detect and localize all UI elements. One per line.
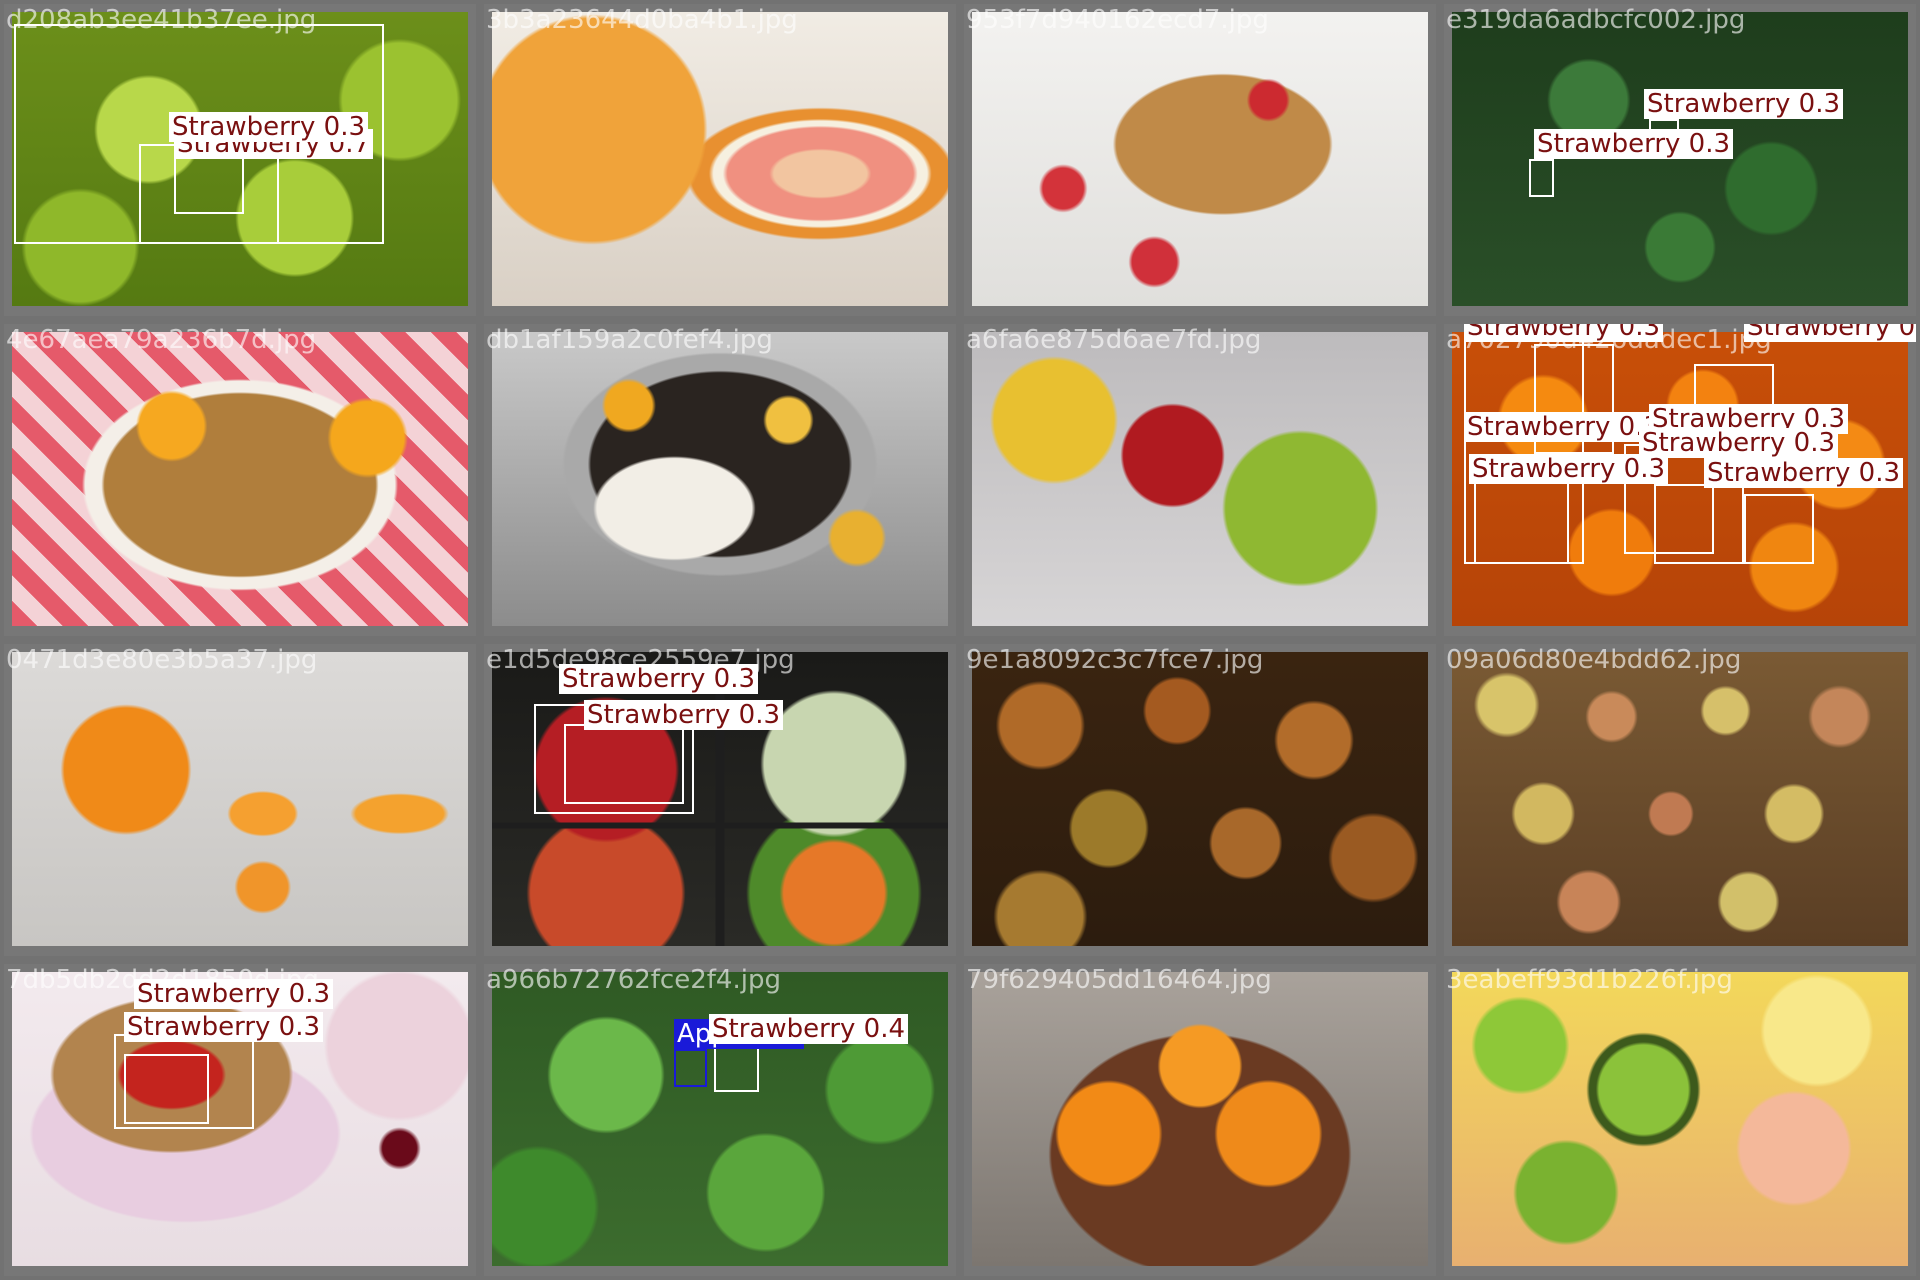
- tile-2: 3b3a23644d0ba4b1.jpg: [480, 0, 960, 320]
- tile-3: 953f7d940162ecd7.jpg: [960, 0, 1440, 320]
- photo-french-toast: [972, 12, 1428, 306]
- detection-box: [1654, 484, 1744, 564]
- tile-8: Strawberry 0.3 Strawberry 0.3 Strawberry…: [1440, 320, 1920, 640]
- detection-label: Strawberry 0.3: [124, 1012, 324, 1042]
- detection-mosaic: Strawberry 0.7 Strawberry 0.3 d208ab3ee4…: [0, 0, 1920, 1280]
- detection-label: Strawberry 0.3: [1644, 89, 1844, 119]
- detection-label: Strawberry 0.3: [1469, 454, 1669, 484]
- detection-box: [714, 1044, 759, 1092]
- photo-crumble-oranges: [12, 332, 468, 626]
- detection-box: [174, 154, 244, 214]
- tile-10: Strawberry 0.3 Strawberry 0.3 e1d5de98ce…: [480, 640, 960, 960]
- detection-box: [1474, 474, 1569, 564]
- tile-7: a6fa6e875d6ae7fd.jpg: [960, 320, 1440, 640]
- photo-apples-many: [1452, 652, 1908, 946]
- detection-box: [1744, 494, 1814, 564]
- tile-4: Strawberry 0.3 Strawberry 0.3 e319da6adb…: [1440, 0, 1920, 320]
- tile-9: 0471d3e80e3b5a37.jpg: [0, 640, 480, 960]
- tile-6: db1af159a2c0fef4.jpg: [480, 320, 960, 640]
- tile-5: 4e67aea79a236b7d.jpg: [0, 320, 480, 640]
- tile-16: 3eabeff93d1b226f.jpg: [1440, 960, 1920, 1280]
- detection-label: Strawberry 0.3: [169, 112, 369, 142]
- photo-grapefruit: [492, 12, 948, 306]
- detection-box: [564, 724, 684, 804]
- detection-label: Strawberry 0.3: [134, 979, 334, 1009]
- photo-heart-apples: [972, 332, 1428, 626]
- detection-label: Strawberry 0.3: [584, 700, 784, 730]
- photo-apples-crate: [972, 652, 1428, 946]
- photo-orange-bowl: [972, 972, 1428, 1266]
- detection-label: Strawberry 0.3: [559, 664, 759, 694]
- detection-box-apple: [674, 1049, 707, 1087]
- detection-label: Strawberry 0.3: [1464, 412, 1664, 442]
- tile-11: 9e1a8092c3c7fce7.jpg: [960, 640, 1440, 960]
- photo-pot-lemons: [492, 332, 948, 626]
- photo-strawberry-leaves: [1452, 12, 1908, 306]
- tile-14: Apple 0.4 Strawberry 0.4 a966b72762fce2f…: [480, 960, 960, 1280]
- tile-12: 09a06d80e4bdd62.jpg: [1440, 640, 1920, 960]
- detection-label: Strawberry 0.3: [1534, 129, 1734, 159]
- detection-label: Strawberry 0.3: [1744, 324, 1916, 342]
- detection-label: Strawberry 0.3: [1704, 458, 1904, 488]
- photo-peeled-mandarin: [12, 652, 468, 946]
- detection-label: Strawberry 0.4: [709, 1014, 909, 1044]
- tile-13: Strawberry 0.3 Strawberry 0.3 7db5db2dd2…: [0, 960, 480, 1280]
- detection-label: Strawberry 0.3: [1639, 428, 1839, 458]
- tile-15: 79f629405dd16464.jpg: [960, 960, 1440, 1280]
- photo-fruit-salad: [1452, 972, 1908, 1266]
- detection-box: [124, 1054, 209, 1124]
- detection-box: [1529, 159, 1554, 197]
- tile-1: Strawberry 0.7 Strawberry 0.3 d208ab3ee4…: [0, 0, 480, 320]
- detection-label: Strawberry 0.3: [1464, 324, 1664, 342]
